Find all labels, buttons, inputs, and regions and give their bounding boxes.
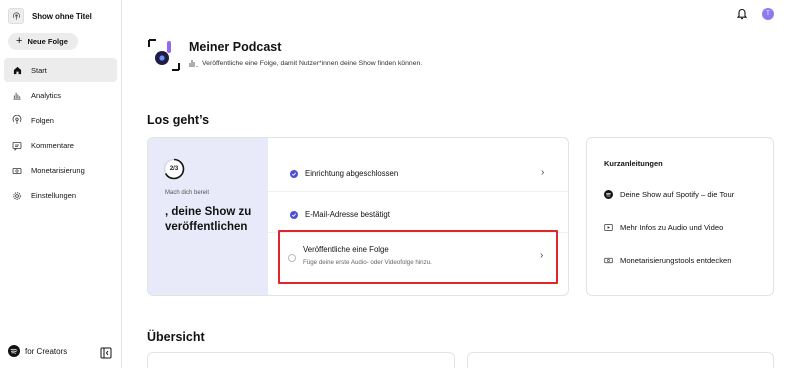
quick-guides-card: Kurzanleitungen Deine Show auf Spotify –… [586, 137, 774, 296]
podcast-subtitle: Veröffentliche eine Folge, damit Nutzer*… [202, 59, 423, 67]
sidebar-item-folgen[interactable]: Folgen [4, 108, 117, 132]
section-heading-overview: Übersicht [147, 330, 205, 344]
spotify-icon [8, 345, 20, 357]
avatar[interactable]: T [762, 8, 774, 20]
overview-card-left [147, 352, 455, 368]
podcast-title: Meiner Podcast [189, 40, 282, 54]
guide-item-monetization[interactable]: Monetarisierungstools entdecken [604, 256, 731, 265]
money-icon [12, 166, 22, 176]
sidebar-item-label: Folgen [31, 115, 54, 125]
comment-icon [12, 141, 22, 151]
step-setup-complete[interactable]: Einrichtung abgeschlossen [290, 169, 398, 178]
podcast-icon [12, 115, 22, 125]
step-email-confirmed[interactable]: E-Mail-Adresse bestätigt [290, 210, 390, 219]
sidebar-item-einstellungen[interactable]: Einstellungen [4, 184, 117, 208]
home-icon [12, 65, 22, 75]
sidebar-item-label: Start [31, 65, 47, 75]
guide-label: Mehr Infos zu Audio und Video [620, 223, 724, 232]
show-selector[interactable]: Show ohne Titel [8, 8, 92, 24]
onboarding-big-text: , deine Show zu veröffentlichen [165, 206, 252, 233]
sidebar-item-monetarisierung[interactable]: Monetarisierung [4, 159, 117, 183]
sidebar-nav: Start Analytics Folgen Kommentare Moneta… [4, 58, 117, 209]
spotify-for-creators-logo[interactable]: for Creators [8, 345, 67, 357]
step-label: Einrichtung abgeschlossen [305, 169, 399, 178]
onboarding-progress-panel: 2/3 Mach dich bereit , deine Show zu ver… [148, 138, 268, 295]
sidebar-item-analytics[interactable]: Analytics [4, 83, 117, 107]
podcast-icon [8, 8, 24, 24]
progress-text: 2/3 [169, 166, 179, 172]
gear-icon [12, 191, 22, 201]
money-icon [604, 257, 613, 264]
sidebar-item-label: Analytics [31, 90, 62, 100]
overview-card-right [467, 352, 774, 368]
step-sublabel: Füge deine erste Audio- oder Videofolge … [303, 259, 432, 266]
step-label: E-Mail-Adresse bestätigt [305, 210, 390, 219]
spotify-icon [604, 190, 613, 199]
step-label: Veröffentliche eine Folge [303, 245, 389, 254]
sidebar-item-label: Einstellungen [31, 191, 77, 201]
notification-bell-icon[interactable] [736, 7, 748, 25]
sidebar-item-label: Monetarisierung [31, 166, 85, 176]
sidebar-item-kommentare[interactable]: Kommentare [4, 134, 117, 158]
podcast-subtitle-row: Veröffentliche eine Folge, damit Nutzer*… [189, 59, 422, 67]
step-publish-episode[interactable] [278, 230, 558, 284]
analytics-icon [189, 60, 198, 67]
check-icon [290, 210, 298, 219]
analytics-icon [12, 90, 22, 100]
guide-label: Monetarisierungstools entdecken [620, 256, 732, 265]
chevron-right-icon[interactable]: › [541, 167, 544, 178]
divider [268, 191, 568, 192]
sidebar-item-start[interactable]: Start [4, 58, 117, 82]
new-episode-label: Neue Folge [27, 37, 68, 46]
new-episode-button[interactable]: + Neue Folge [8, 33, 78, 50]
sidebar-item-label: Kommentare [31, 141, 74, 151]
footer-label: for Creators [25, 346, 68, 356]
sidebar: Show ohne Titel + Neue Folge Start Analy… [0, 0, 122, 368]
guide-item-spotify-tour[interactable]: Deine Show auf Spotify – die Tour [604, 190, 734, 199]
quick-guides-heading: Kurzanleitungen [604, 159, 663, 168]
guide-label: Deine Show auf Spotify – die Tour [620, 190, 735, 199]
section-heading-onboarding: Los geht’s [147, 113, 210, 127]
chevron-right-icon[interactable]: › [540, 250, 543, 261]
collapse-sidebar-icon[interactable] [100, 346, 112, 364]
show-title: Show ohne Titel [32, 11, 92, 21]
podcast-cover-image[interactable] [147, 38, 181, 72]
ready-label: Mach dich bereit [165, 190, 210, 196]
check-icon [290, 169, 298, 178]
guide-item-audio-video[interactable]: Mehr Infos zu Audio und Video [604, 223, 723, 232]
unchecked-circle-icon [288, 254, 296, 262]
plus-icon: + [16, 35, 23, 47]
play-icon [604, 223, 613, 232]
